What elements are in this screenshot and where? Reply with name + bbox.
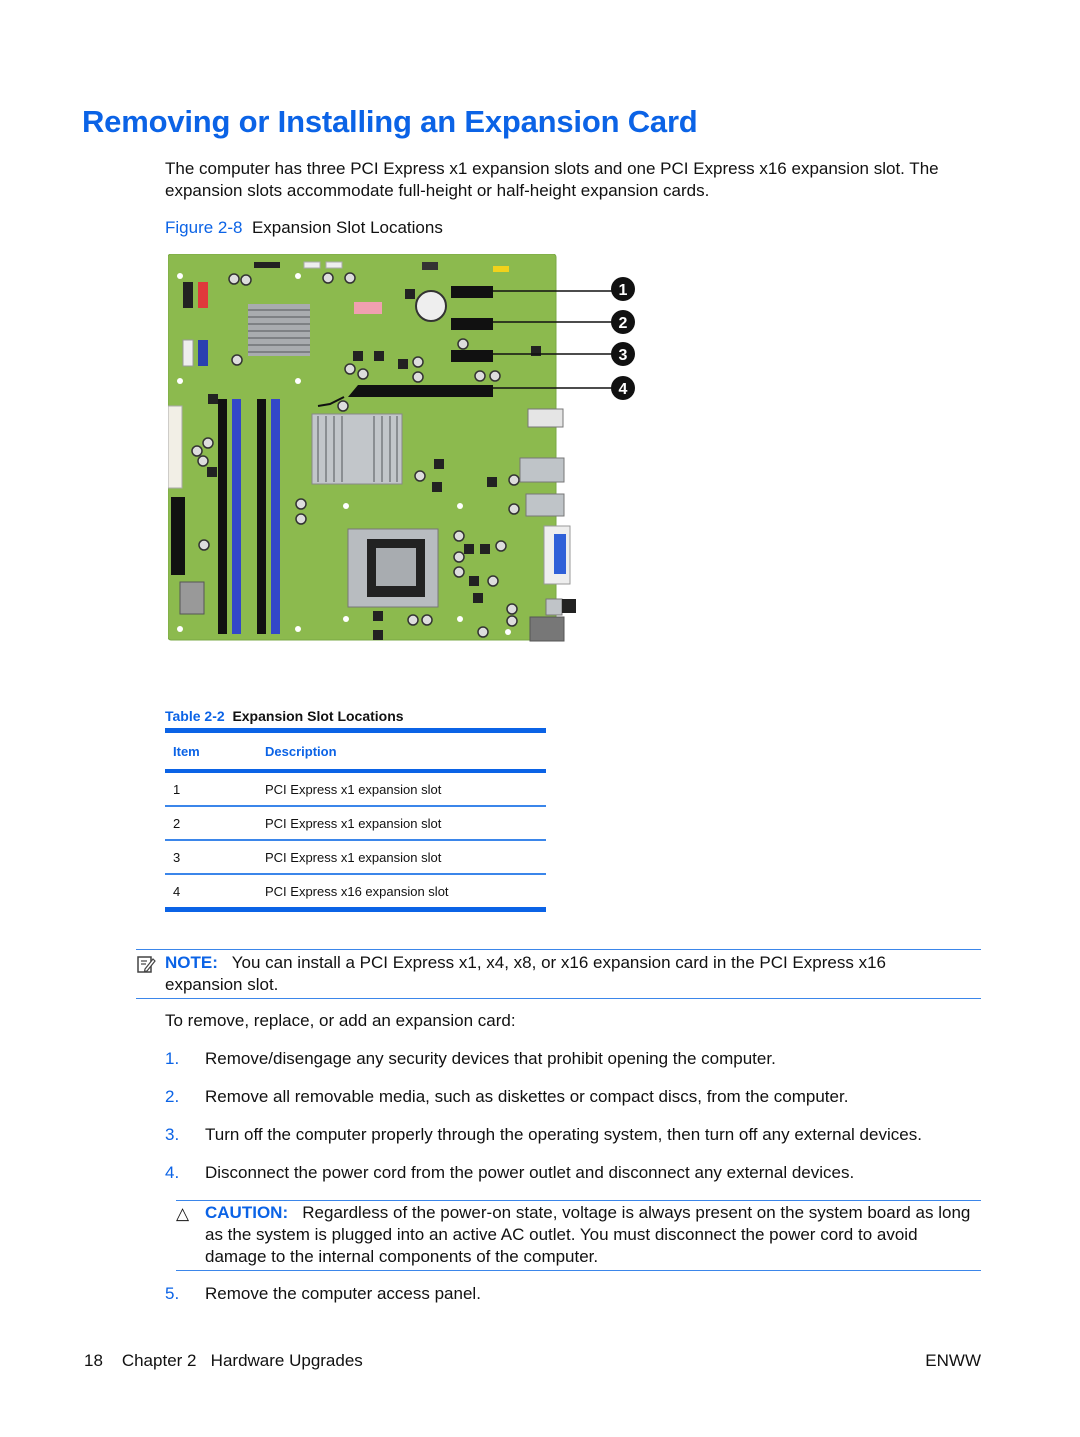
column-header-item: Item: [165, 728, 265, 773]
note-box: NOTE: You can install a PCI Express x1, …: [136, 949, 981, 999]
table-row: 2 PCI Express x1 expansion slot: [165, 806, 546, 841]
northbridge-cooler: [311, 413, 403, 485]
table-caption: Table 2-2 Expansion Slot Locations: [165, 708, 404, 724]
expansion-slot-table: Item Description 1 PCI Express x1 expans…: [165, 728, 546, 912]
chipset-heatsink: [248, 304, 310, 356]
pcie-x1-slot-2: [451, 318, 493, 330]
footer-locale: ENWW: [925, 1351, 981, 1370]
cmos-battery: [415, 290, 447, 322]
note-pencil-icon: [137, 956, 156, 973]
step-number: 4.: [165, 1163, 180, 1182]
table-caption-text: Expansion Slot Locations: [232, 708, 404, 724]
step-number: 1.: [165, 1049, 180, 1068]
table-row: 4 PCI Express x16 expansion slot: [165, 874, 546, 912]
callout-4-label: 4: [619, 381, 628, 398]
step-text: Remove all removable media, such as disk…: [205, 1087, 849, 1106]
page-title: Removing or Installing an Expansion Card: [82, 104, 698, 139]
caution-label: CAUTION:: [205, 1203, 289, 1222]
motherboard-illustration: 1 2 3 4: [168, 254, 635, 642]
step-number: 2.: [165, 1087, 180, 1106]
pcie-x1-slot-1: [451, 286, 493, 298]
dimm-slot-2: [232, 399, 241, 634]
dimm-slot-3: [257, 399, 266, 634]
step-number: 3.: [165, 1125, 180, 1144]
sata-connector-black: [183, 282, 193, 308]
cpu-socket: [347, 528, 439, 608]
cell-description: PCI Express x1 expansion slot: [265, 840, 546, 875]
cell-description: PCI Express x1 expansion slot: [265, 806, 546, 841]
cell-item: 3: [165, 840, 265, 875]
page-number: 18: [84, 1351, 103, 1370]
pcie-x16-slot: [348, 385, 493, 397]
callout-3-label: 3: [619, 347, 628, 364]
step-item: 4. Disconnect the power cord from the pow…: [165, 1163, 854, 1183]
step-item: 3. Turn off the computer properly through…: [165, 1125, 922, 1145]
figure-caption-text: Expansion Slot Locations: [251, 218, 443, 237]
step-item: 1. Remove/disengage any security devices …: [165, 1049, 776, 1069]
step-text: Remove/disengage any security devices th…: [205, 1049, 776, 1068]
ide-connector: [171, 497, 185, 575]
sata-connector-white: [182, 339, 194, 367]
cell-item: 2: [165, 806, 265, 841]
intro-paragraph: The computer has three PCI Express x1 ex…: [165, 159, 939, 200]
caution-box: △ CAUTION: Regardless of the power-on st…: [176, 1200, 981, 1271]
bios-chip: [179, 581, 205, 615]
sata-connector-blue: [198, 340, 208, 366]
callout-badges: 1 2 3 4: [611, 277, 635, 400]
callout-1-label: 1: [619, 282, 628, 299]
callout-2-label: 2: [619, 315, 628, 332]
caution-text: Regardless of the power-on state, voltag…: [205, 1203, 971, 1266]
figure-caption: Figure 2-8 Expansion Slot Locations: [165, 218, 443, 238]
section-label: Hardware Upgrades: [210, 1351, 363, 1370]
table-header-row: Item Description: [165, 728, 546, 773]
step-text: Turn off the computer properly through t…: [205, 1125, 922, 1144]
step-text: Remove the computer access panel.: [205, 1284, 481, 1303]
table-row: 1 PCI Express x1 expansion slot: [165, 771, 546, 807]
cell-description: PCI Express x1 expansion slot: [265, 771, 546, 807]
note-text-continued: expansion slot.: [165, 975, 279, 994]
step-text: Disconnect the power cord from the power…: [205, 1163, 855, 1182]
dimm-slot-4: [271, 399, 280, 634]
cell-description: PCI Express x16 expansion slot: [265, 874, 546, 912]
chapter-label: Chapter 2: [121, 1351, 197, 1370]
column-header-description: Description: [265, 728, 546, 773]
step-number: 5.: [165, 1284, 180, 1303]
caution-triangle-icon: △: [176, 1204, 190, 1223]
page-footer-left: 18 Chapter 2 Hardware Upgrades: [84, 1351, 363, 1371]
cell-item: 1: [165, 771, 265, 807]
step-item: 5. Remove the computer access panel.: [165, 1284, 481, 1304]
note-label: NOTE:: [165, 953, 218, 972]
note-text: You can install a PCI Express x1, x4, x8…: [231, 953, 886, 972]
pcie-x1-slot-3: [451, 350, 493, 362]
atx-power-connector: [168, 405, 183, 489]
figure-label[interactable]: Figure 2-8: [165, 218, 242, 237]
sata-connector-red: [198, 282, 208, 308]
table-row: 3 PCI Express x1 expansion slot: [165, 840, 546, 875]
dimm-slot-1: [218, 399, 227, 634]
table-label[interactable]: Table 2-2: [165, 708, 225, 724]
cell-item: 4: [165, 874, 265, 912]
step-item: 2. Remove all removable media, such as di…: [165, 1087, 848, 1107]
header-connector: [254, 262, 280, 268]
procedure-intro: To remove, replace, or add an expansion …: [165, 1011, 516, 1030]
